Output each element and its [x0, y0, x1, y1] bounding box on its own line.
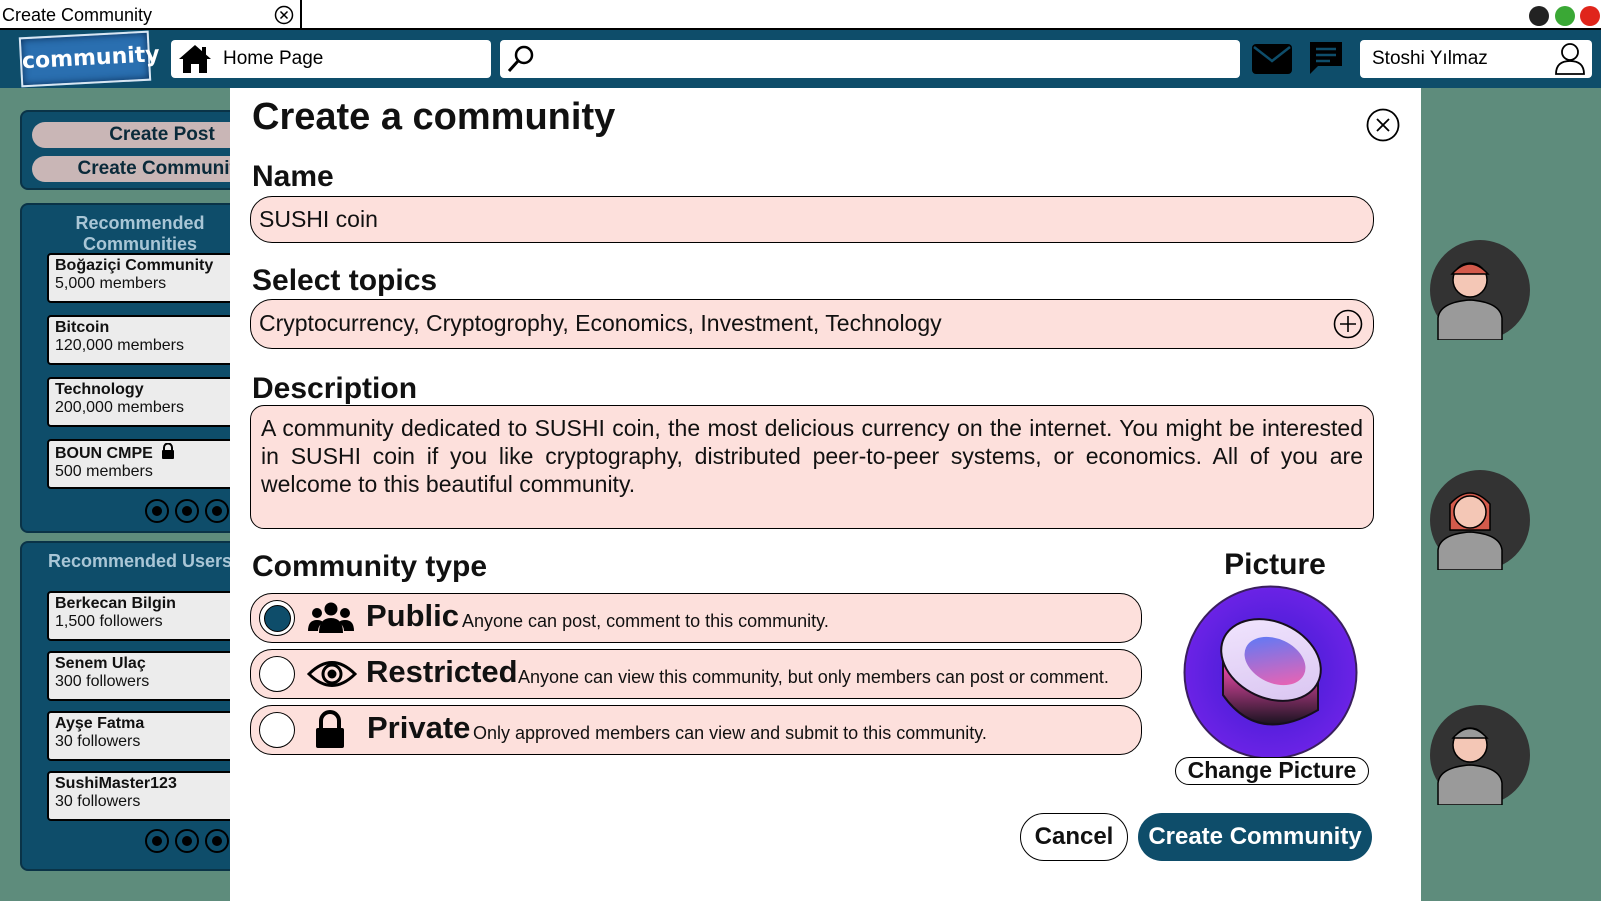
public-radio[interactable] — [259, 600, 295, 636]
cancel-button[interactable]: Cancel — [1020, 813, 1128, 861]
recommended-communities-title: Recommended Communities — [75, 213, 205, 254]
window-titlebar: Create Community — [0, 0, 1601, 30]
type-option-private[interactable]: Private Only approved members can view a… — [250, 705, 1142, 755]
tab-close-icon[interactable] — [274, 5, 294, 25]
user-card[interactable]: Berkecan Bilgin 1,500 followers — [47, 591, 247, 641]
create-community-button[interactable]: Create Community — [1138, 813, 1372, 861]
name-label: Name — [252, 160, 334, 193]
pagination-dots[interactable] — [145, 499, 229, 523]
recommended-users-panel: Recommended Users Berkecan Bilgin 1,500 … — [20, 541, 260, 871]
private-radio[interactable] — [259, 712, 295, 748]
community-card[interactable]: Boğaziçi Community 5,000 members — [47, 253, 247, 303]
description-field[interactable]: A community dedicated to SUSHI coin, the… — [250, 405, 1374, 529]
user-card[interactable]: Senem Ulaç 300 followers — [47, 651, 247, 701]
window-maximize-button[interactable] — [1555, 6, 1575, 26]
user-card[interactable]: Ayşe Fatma 30 followers — [47, 711, 247, 761]
people-icon — [308, 602, 354, 633]
close-icon[interactable] — [1366, 108, 1400, 142]
recommended-communities-panel: Recommended Communities Boğaziçi Communi… — [20, 203, 260, 533]
user-card-followers: 1,500 followers — [55, 613, 163, 630]
search-icon — [507, 45, 534, 73]
public-label: Public — [366, 598, 460, 633]
user-card[interactable]: SushiMaster123 30 followers — [47, 771, 247, 821]
user-card-name: Ayşe Fatma — [55, 715, 145, 732]
user-card-name: SushiMaster123 — [55, 775, 177, 792]
restricted-radio[interactable] — [259, 656, 295, 692]
eye-icon — [307, 661, 357, 687]
community-name: BOUN CMPE — [55, 445, 153, 462]
private-description: Only approved members can view and submi… — [473, 723, 987, 743]
community-picture[interactable] — [1183, 585, 1358, 760]
restricted-label: Restricted — [366, 654, 518, 689]
community-name: Bitcoin — [55, 319, 110, 336]
community-members: 500 members — [55, 463, 153, 480]
home-label: Home Page — [223, 48, 324, 69]
user-card-followers: 30 followers — [55, 793, 141, 810]
window-close-button[interactable] — [1580, 6, 1600, 26]
lock-icon — [162, 442, 175, 459]
pagination-dots[interactable] — [145, 829, 229, 853]
community-name: Technology — [55, 381, 144, 398]
private-label: Private — [367, 710, 471, 745]
add-topic-icon[interactable] — [1333, 309, 1363, 339]
community-name: Boğaziçi Community — [55, 257, 214, 274]
user-card-followers: 300 followers — [55, 673, 150, 690]
topics-value: Cryptocurrency, Cryptogrophy, Economics,… — [259, 310, 942, 336]
community-members: 120,000 members — [55, 337, 184, 354]
create-community-modal: Create a community Name SUSHI coin Selec… — [230, 88, 1421, 901]
community-type-label: Community type — [252, 550, 488, 583]
window-minimize-button[interactable] — [1529, 6, 1549, 26]
home-icon — [179, 45, 211, 73]
community-members: 200,000 members — [55, 399, 184, 416]
avatar[interactable] — [1430, 470, 1530, 571]
top-navbar: community Home Page Stoshi Yılmaz — [0, 30, 1601, 88]
user-card-name: Berkecan Bilgin — [55, 595, 176, 612]
picture-label: Picture — [1224, 548, 1326, 581]
person-icon — [1437, 262, 1503, 341]
user-card-followers: 30 followers — [55, 733, 141, 750]
mail-icon[interactable] — [1252, 44, 1292, 74]
community-members: 5,000 members — [55, 275, 167, 292]
type-option-public[interactable]: Public Anyone can post, comment to this … — [250, 593, 1142, 643]
home-page-button[interactable]: Home Page — [171, 40, 491, 78]
lock-icon — [316, 710, 344, 748]
user-menu[interactable]: Stoshi Yılmaz — [1360, 40, 1592, 78]
user-name: Stoshi Yılmaz — [1372, 48, 1488, 69]
community-card[interactable]: Technology 200,000 members — [47, 377, 247, 427]
search-input[interactable] — [500, 40, 1240, 78]
topics-field[interactable]: Cryptocurrency, Cryptogrophy, Economics,… — [250, 299, 1374, 349]
community-card[interactable]: BOUN CMPE 500 members — [47, 439, 247, 489]
type-option-restricted[interactable]: Restricted Anyone can view this communit… — [250, 649, 1142, 699]
description-label: Description — [252, 372, 418, 405]
change-picture-button[interactable]: Change Picture — [1175, 757, 1369, 785]
community-card[interactable]: Bitcoin 120,000 members — [47, 315, 247, 365]
topics-label: Select topics — [252, 264, 438, 297]
recommended-users-title: Recommended Users — [47, 551, 233, 571]
user-card-name: Senem Ulaç — [55, 655, 146, 672]
chat-icon[interactable] — [1308, 40, 1344, 76]
public-description: Anyone can post, comment to this communi… — [462, 611, 829, 631]
community-logo[interactable]: community — [18, 30, 160, 88]
avatar[interactable] — [1430, 240, 1530, 341]
tab-title: Create Community — [2, 5, 153, 25]
user-icon — [1555, 43, 1585, 75]
modal-title: Create a community — [252, 96, 616, 138]
browser-tab[interactable]: Create Community — [0, 0, 302, 30]
name-field[interactable]: SUSHI coin — [250, 196, 1374, 243]
avatar[interactable] — [1430, 705, 1530, 806]
person-icon — [1437, 492, 1503, 571]
action-panel: Create Post Create Community — [20, 110, 292, 190]
person-icon — [1437, 727, 1503, 806]
restricted-description: Anyone can view this community, but only… — [518, 667, 1109, 687]
